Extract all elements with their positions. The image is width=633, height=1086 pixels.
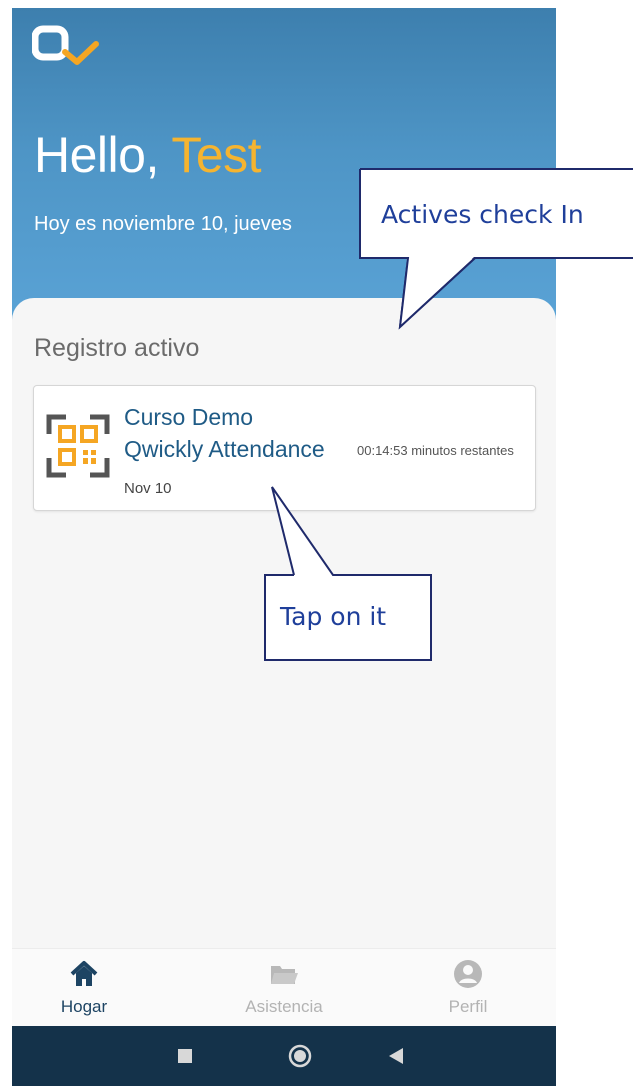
- time-remaining: 00:14:53 minutos restantes: [357, 443, 514, 458]
- callout-tap-text: Tap on it: [280, 602, 387, 631]
- greeting-text: Hello,: [34, 127, 159, 183]
- user-name: Test: [171, 127, 262, 183]
- callout-checkin-text: Actives check In: [381, 200, 584, 229]
- current-date: Hoy es noviembre 10, jueves: [34, 213, 292, 235]
- checkin-date: Nov 10: [124, 480, 172, 497]
- nav-label-asistencia: Asistencia: [245, 997, 323, 1016]
- active-checkin-card[interactable]: Curso Demo Qwickly Attendance 00:14:53 m…: [33, 385, 536, 511]
- header-banner: Hello, Test Hoy es noviembre 10, jueves: [12, 8, 556, 328]
- home-circle-icon: [288, 1044, 312, 1068]
- course-name: Curso Demo: [124, 404, 254, 430]
- course-subtitle: Qwickly Attendance: [124, 436, 325, 462]
- section-title: Registro activo: [34, 334, 200, 362]
- nav-label-perfil: Perfil: [448, 997, 488, 1016]
- system-navigation-bar: [12, 1026, 556, 1086]
- qr-code-icon: [46, 414, 110, 478]
- nav-item-perfil[interactable]: Perfil: [408, 959, 528, 1023]
- app-screen: Hello, Test Hoy es noviembre 10, jueves …: [12, 8, 556, 1086]
- profile-icon: [454, 960, 482, 988]
- greeting-title: Hello, Test: [34, 126, 262, 184]
- nav-label-hogar: Hogar: [60, 997, 108, 1016]
- back-triangle-icon: [389, 1048, 403, 1064]
- home-system-button[interactable]: [270, 1026, 330, 1086]
- bottom-navigation: Hogar Asistencia Perfil: [12, 948, 556, 1027]
- back-button[interactable]: [366, 1026, 426, 1086]
- recents-button[interactable]: [155, 1026, 215, 1086]
- app-logo: [32, 25, 99, 65]
- nav-item-asistencia[interactable]: Asistencia: [224, 959, 344, 1023]
- home-icon: [70, 961, 98, 986]
- recents-icon: [178, 1049, 192, 1063]
- nav-item-hogar[interactable]: Hogar: [24, 959, 144, 1023]
- folder-icon: [271, 966, 298, 984]
